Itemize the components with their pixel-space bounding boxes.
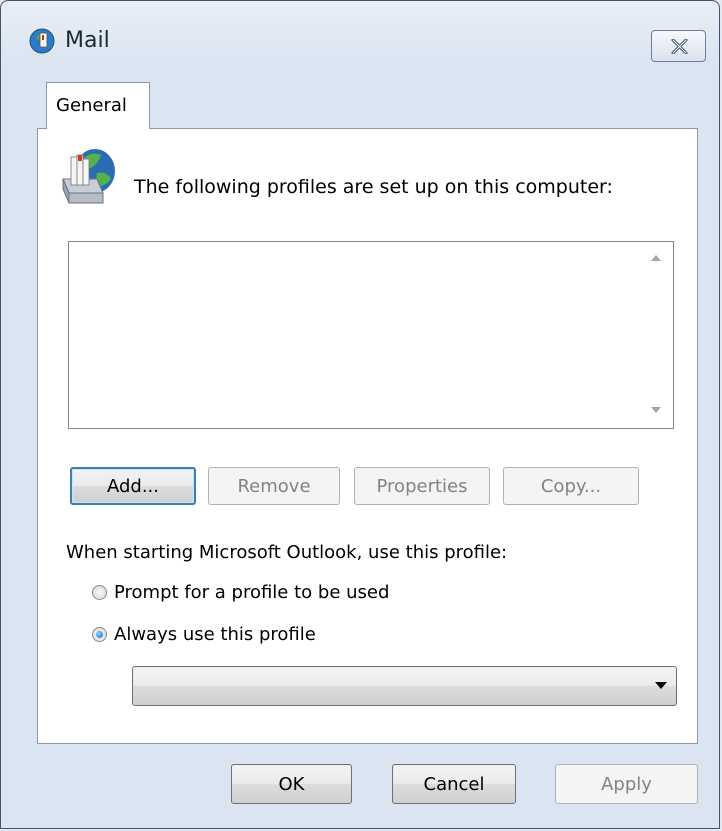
tab-general-label: General xyxy=(56,95,127,116)
startup-profile-label: When starting Microsoft Outlook, use thi… xyxy=(66,542,508,563)
cancel-button[interactable]: Cancel xyxy=(392,764,516,804)
mail-app-icon xyxy=(29,28,55,54)
title-bar[interactable]: Mail xyxy=(1,1,719,83)
ok-button[interactable]: OK xyxy=(231,764,352,804)
profiles-listbox[interactable] xyxy=(68,241,674,429)
radio-prompt-indicator[interactable] xyxy=(92,585,107,600)
chevron-down-icon xyxy=(655,682,667,689)
radio-prompt-label: Prompt for a profile to be used xyxy=(114,582,390,603)
profile-select-dropdown[interactable] xyxy=(132,666,677,706)
copy-profile-button[interactable]: Copy... xyxy=(503,467,639,505)
properties-button[interactable]: Properties xyxy=(354,467,490,505)
radio-prompt-for-profile[interactable]: Prompt for a profile to be used xyxy=(92,582,389,603)
remove-profile-button[interactable]: Remove xyxy=(208,467,340,505)
close-button[interactable] xyxy=(651,30,706,62)
radio-always-label: Always use this profile xyxy=(114,624,316,645)
window-title: Mail xyxy=(65,28,110,53)
scroll-up-arrow-icon[interactable] xyxy=(650,254,662,262)
profiles-scrollbar[interactable] xyxy=(641,242,673,428)
tab-general[interactable]: General xyxy=(46,82,150,129)
close-icon xyxy=(671,39,688,54)
scroll-down-arrow-icon[interactable] xyxy=(650,406,662,414)
mail-profiles-icon xyxy=(62,149,115,204)
profiles-heading: The following profiles are set up on thi… xyxy=(134,176,613,198)
general-tab-panel: The following profiles are set up on thi… xyxy=(37,128,698,744)
apply-button[interactable]: Apply xyxy=(555,764,698,804)
radio-always-indicator[interactable] xyxy=(92,627,107,642)
mail-dialog: Mail General The following profiles are … xyxy=(0,0,720,829)
radio-always-use-profile[interactable]: Always use this profile xyxy=(92,624,316,645)
add-profile-button[interactable]: Add... xyxy=(70,467,196,505)
